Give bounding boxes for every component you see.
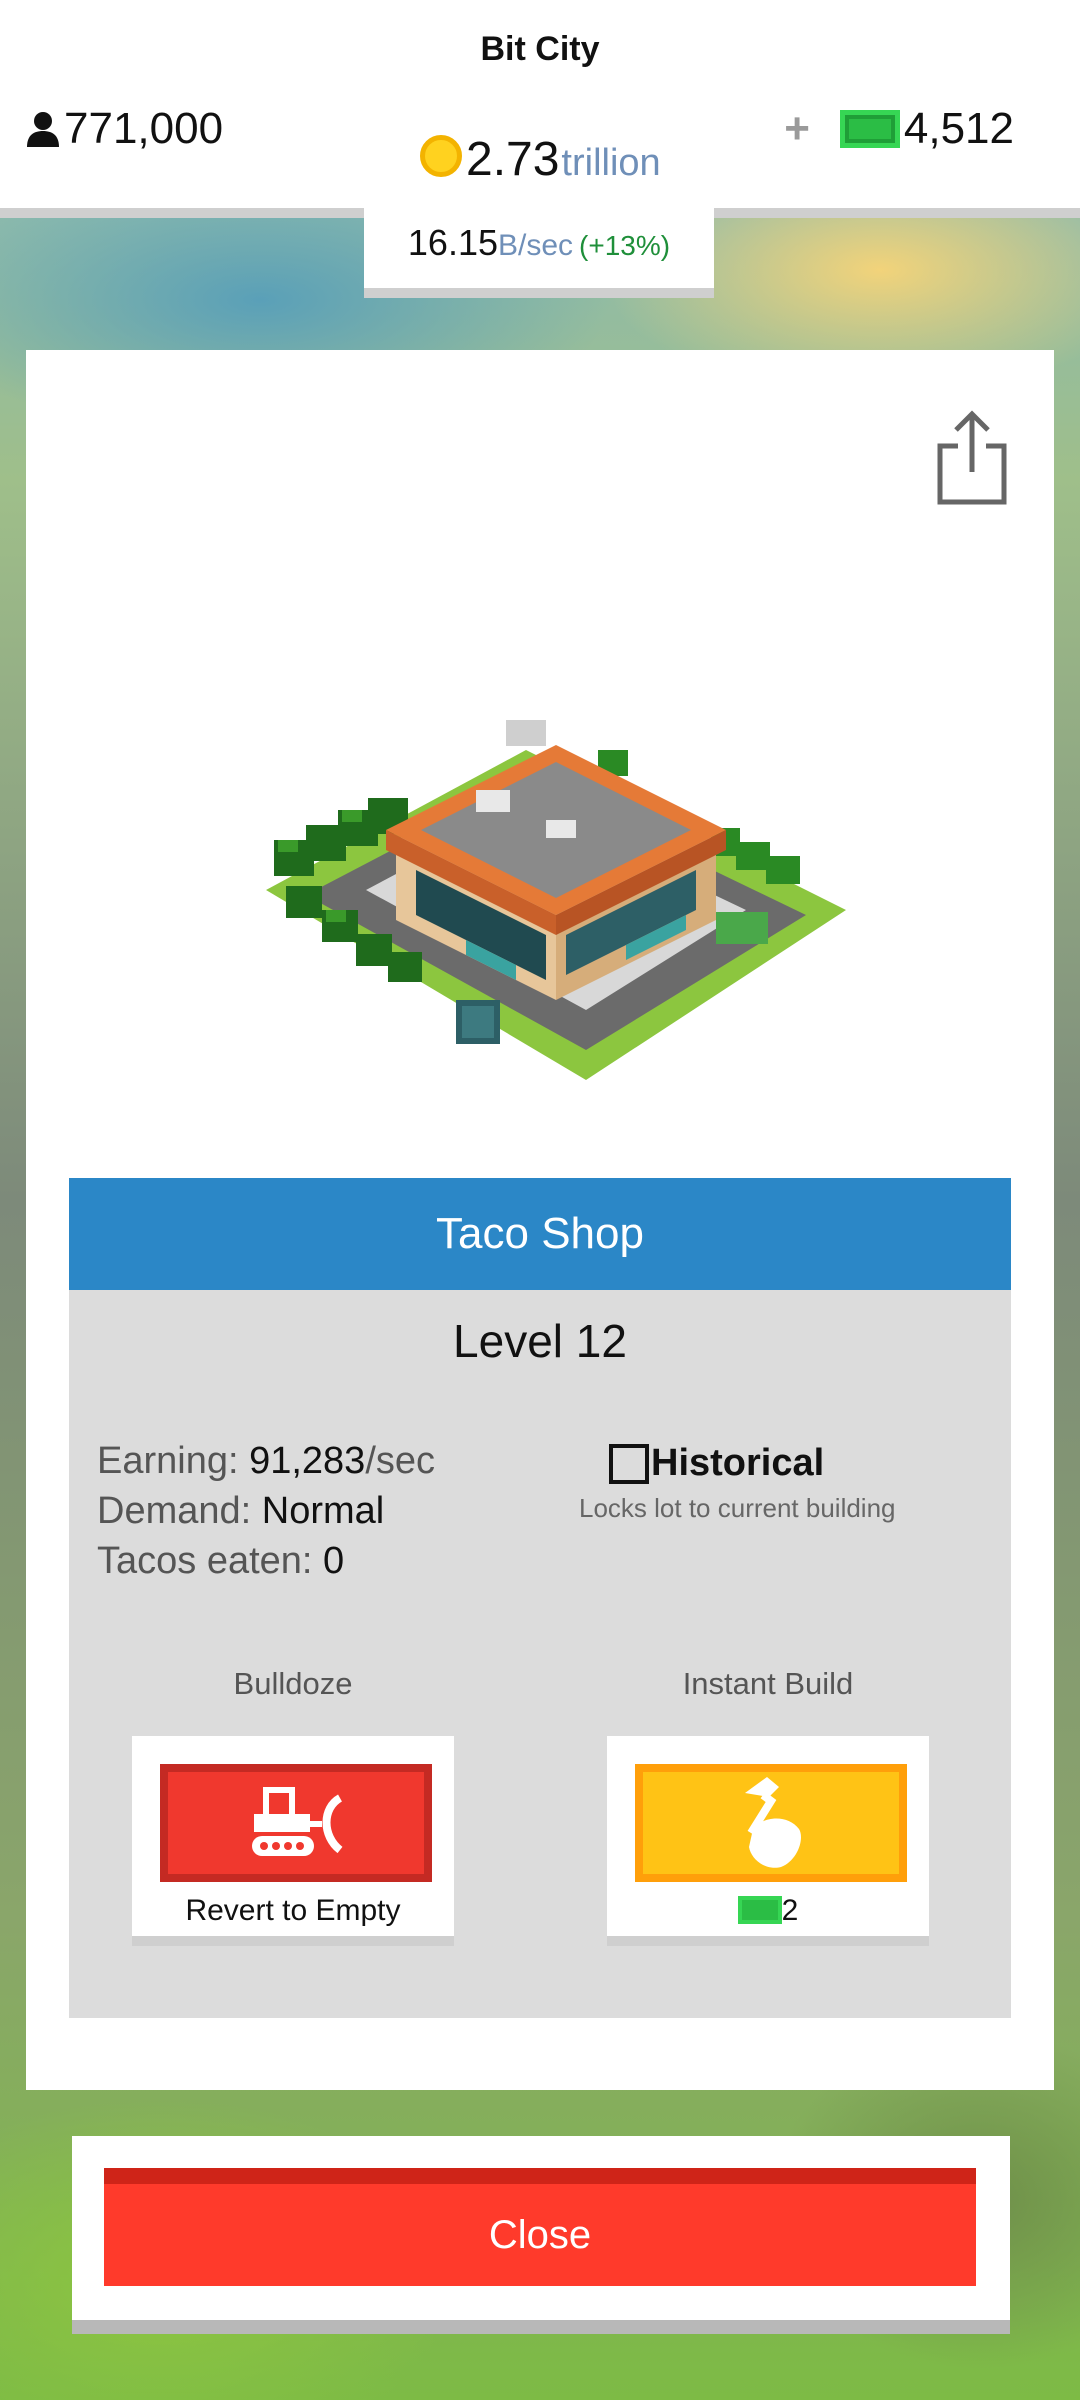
stat-key: Demand: [97,1490,262,1532]
historical-description: Locks lot to current building [579,1493,896,1523]
stat-value: Normal [261,1490,385,1532]
stat-earning: Earning: 91,283/sec [97,1436,435,1486]
building-info-box: Level 12 Earning: 91,283/sec Demand: Nor… [69,1290,1011,2018]
historical-checkbox[interactable] [609,1443,649,1484]
add-cash-button[interactable]: + [784,104,810,154]
instant-build-cost: 2 [607,1894,929,1928]
income-rate-tab: 16.15B/sec (+13%) [364,208,714,298]
building-level: Level 12 [453,1315,627,1367]
cash-bill-icon [839,110,900,148]
gold-value: 2.73 [466,133,560,186]
gold-unit: trillion [561,142,661,184]
bulldoze-card[interactable]: Revert to Empty [132,1736,454,1946]
bulldoze-caption: Revert to Empty [185,1894,401,1927]
stat-suffix: /sec [365,1440,436,1482]
building-stats: Earning: 91,283/sec Demand: Normal Tacos… [97,1436,435,1586]
building-name-banner: Taco Shop [69,1178,1011,1290]
rate-value: 16.15 [407,222,498,263]
cash-value: 4,512 [903,104,1014,153]
historical-label: Historical [651,1442,825,1484]
bulldoze-button[interactable] [160,1764,432,1882]
instant-build-card[interactable]: 2 [607,1736,929,1946]
hammer-icon [745,1777,801,1868]
top-status-bar: Bit City 771,000 2.73 trillion + 4,512 [0,0,1080,218]
bulldozer-icon [252,1787,343,1856]
instant-build-button[interactable] [635,1764,907,1882]
instant-build-title: Instant Build [682,1666,854,1701]
cash-bill-icon [737,1896,782,1924]
bulldoze-title: Bulldoze [233,1666,353,1701]
stat-key: Earning: [97,1440,250,1482]
app-title: Bit City [480,30,600,68]
gold-counter: 2.73 trillion [420,132,661,187]
rate-change: (+13%) [579,230,671,261]
cash-counter[interactable]: + 4,512 [784,104,1014,154]
close-button[interactable]: Close [104,2168,976,2286]
taco-shop-building-image [266,720,846,1080]
stat-value: 0 [323,1540,345,1582]
stat-demand: Demand: Normal [97,1486,435,1536]
share-icon[interactable] [932,406,1012,506]
building-panel: Taco Shop Level 12 Earning: 91,283/sec D… [26,350,1054,2090]
stat-value: 91,283 [249,1440,366,1482]
population-counter: 771,000 [26,104,223,154]
instant-build-cost-value: 2 [781,1894,799,1927]
population-value: 771,000 [64,104,224,153]
coin-icon [420,134,462,177]
rate-unit: B/sec [498,229,574,262]
historical-toggle[interactable]: Historical Locks lot to current building [579,1442,949,1524]
stat-tacos-eaten: Tacos eaten: 0 [97,1536,435,1586]
close-card: Close [72,2136,1010,2334]
stat-key: Tacos eaten: [97,1540,324,1582]
person-icon [27,112,59,147]
